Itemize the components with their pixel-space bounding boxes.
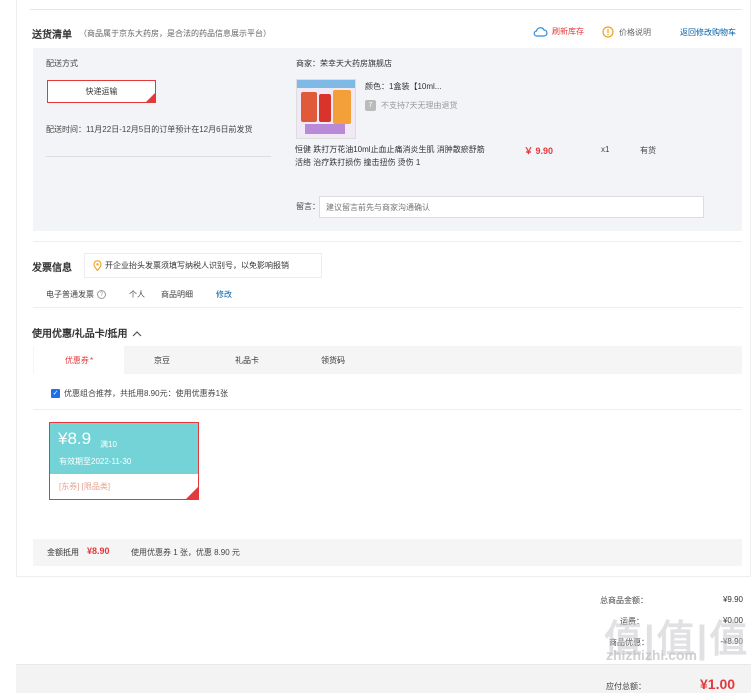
info-icon <box>602 26 614 38</box>
coupon-section-title: 使用优惠/礼品卡/抵用 <box>32 329 128 340</box>
tab-coupon-mark: * <box>89 355 94 365</box>
invoice-title: 发票信息 <box>32 263 72 274</box>
cloud-refresh-icon <box>533 26 548 37</box>
divider <box>33 307 742 308</box>
divider <box>46 156 271 157</box>
checkbox-checked-icon[interactable]: ✓ <box>51 389 60 398</box>
tab-redeem-code[interactable]: 领货码 <box>321 355 345 366</box>
price-note-link[interactable]: 价格说明 <box>602 26 651 38</box>
product-price: ￥ 9.90 <box>524 146 554 156</box>
divider <box>33 409 742 410</box>
selected-corner-icon <box>146 93 155 102</box>
invoice-type-label: 电子普通发票 <box>46 290 94 299</box>
payable-amount: ¥1.00 <box>700 676 736 692</box>
stock-status: 有货 <box>640 146 656 155</box>
coupon-tabs <box>33 346 742 374</box>
coupon-amount: ¥8.9 <box>58 429 92 448</box>
refresh-stock-link[interactable]: 刷新库存 <box>533 26 584 37</box>
divider <box>33 241 742 242</box>
product-image-graphic <box>297 80 355 138</box>
express-delivery-option[interactable]: 快递运输 <box>47 80 156 103</box>
discount-summary-desc: 使用优惠券 1 张，优惠 8.90 元 <box>131 548 240 557</box>
location-pin-icon <box>93 260 102 271</box>
tab-coupon-label: 优惠券 <box>64 355 89 365</box>
no-return-notice: 7 不支持7天无理由退货 <box>365 100 457 111</box>
payable-label: 应付总额： <box>606 682 646 691</box>
shipping-time: 配送时间：11月22日-12月5日的订单预计在12月6日前发货 <box>46 125 253 134</box>
shipping-method-label: 配送方式 <box>46 59 78 68</box>
coupon-section-toggle[interactable]: 使用优惠/礼品卡/抵用 <box>32 325 142 340</box>
coupon-condition: 满10 <box>100 440 117 449</box>
coupon-tags: [东券] [限品类] <box>59 482 111 491</box>
tab-jd-beans[interactable]: 京豆 <box>154 355 170 366</box>
back-to-cart-link[interactable]: 返回修改购物车 <box>680 27 736 38</box>
product-image[interactable] <box>296 79 356 139</box>
invoice-edit-link[interactable]: 修改 <box>216 289 232 300</box>
product-name[interactable]: 恒健 跌打万花油10ml止血止痛消炎生肌 消肿散瘀舒筋活络 治疗跌打损伤 撞击扭… <box>295 143 490 169</box>
no-return-label: 不支持7天无理由退货 <box>381 101 458 110</box>
store-name: 商家：荣幸天大药房旗舰店 <box>296 59 392 68</box>
product-quantity: x1 <box>601 145 610 154</box>
express-delivery-label: 快递运输 <box>85 87 118 96</box>
message-input[interactable] <box>319 196 704 218</box>
tab-coupon[interactable]: 优惠券 * <box>34 346 124 374</box>
tab-gift-card[interactable]: 礼品卡 <box>235 355 259 366</box>
coupon-expiry: 有效期至2022-11-30 <box>59 457 132 466</box>
invoice-tip: 开企业抬头发票须填写纳税人识别号，以免影响报销 <box>84 253 322 278</box>
goods-total-value: ¥9.90 <box>722 595 743 604</box>
selected-corner-icon <box>186 487 198 499</box>
divider <box>30 9 742 10</box>
invoice-person: 个人 <box>129 290 145 299</box>
discount-summary-amount: ¥8.90 <box>87 546 110 556</box>
shipping-list-title: 送货清单 <box>32 30 72 41</box>
invoice-tip-text: 开企业抬头发票须填写纳税人识别号，以免影响报销 <box>105 261 289 270</box>
no-return-icon: 7 <box>365 100 376 111</box>
combo-recommend-label: 优惠组合推荐，共抵用8.90元：使用优惠券1张 <box>64 389 229 398</box>
discount-summary-label: 金额抵用 <box>47 548 79 557</box>
help-icon[interactable]: ? <box>97 290 106 299</box>
shipping-note: （商品属于京东大药房，是合法的药品信息展示平台） <box>79 29 271 38</box>
watermark-text: zhizhizhi.com <box>606 647 697 663</box>
message-label: 留言： <box>296 202 320 211</box>
goods-total-label: 总商品金额： <box>600 596 648 605</box>
price-note-label: 价格说明 <box>619 27 651 37</box>
invoice-type: 电子普通发票 ? <box>46 289 106 300</box>
combo-recommend[interactable]: ✓ 优惠组合推荐，共抵用8.90元：使用优惠券1张 <box>51 388 228 399</box>
chevron-up-icon <box>132 331 142 337</box>
invoice-detail: 商品明细 <box>161 290 193 299</box>
refresh-stock-label: 刷新库存 <box>552 27 584 36</box>
product-color: 颜色：1盒装【10ml... <box>365 82 442 91</box>
